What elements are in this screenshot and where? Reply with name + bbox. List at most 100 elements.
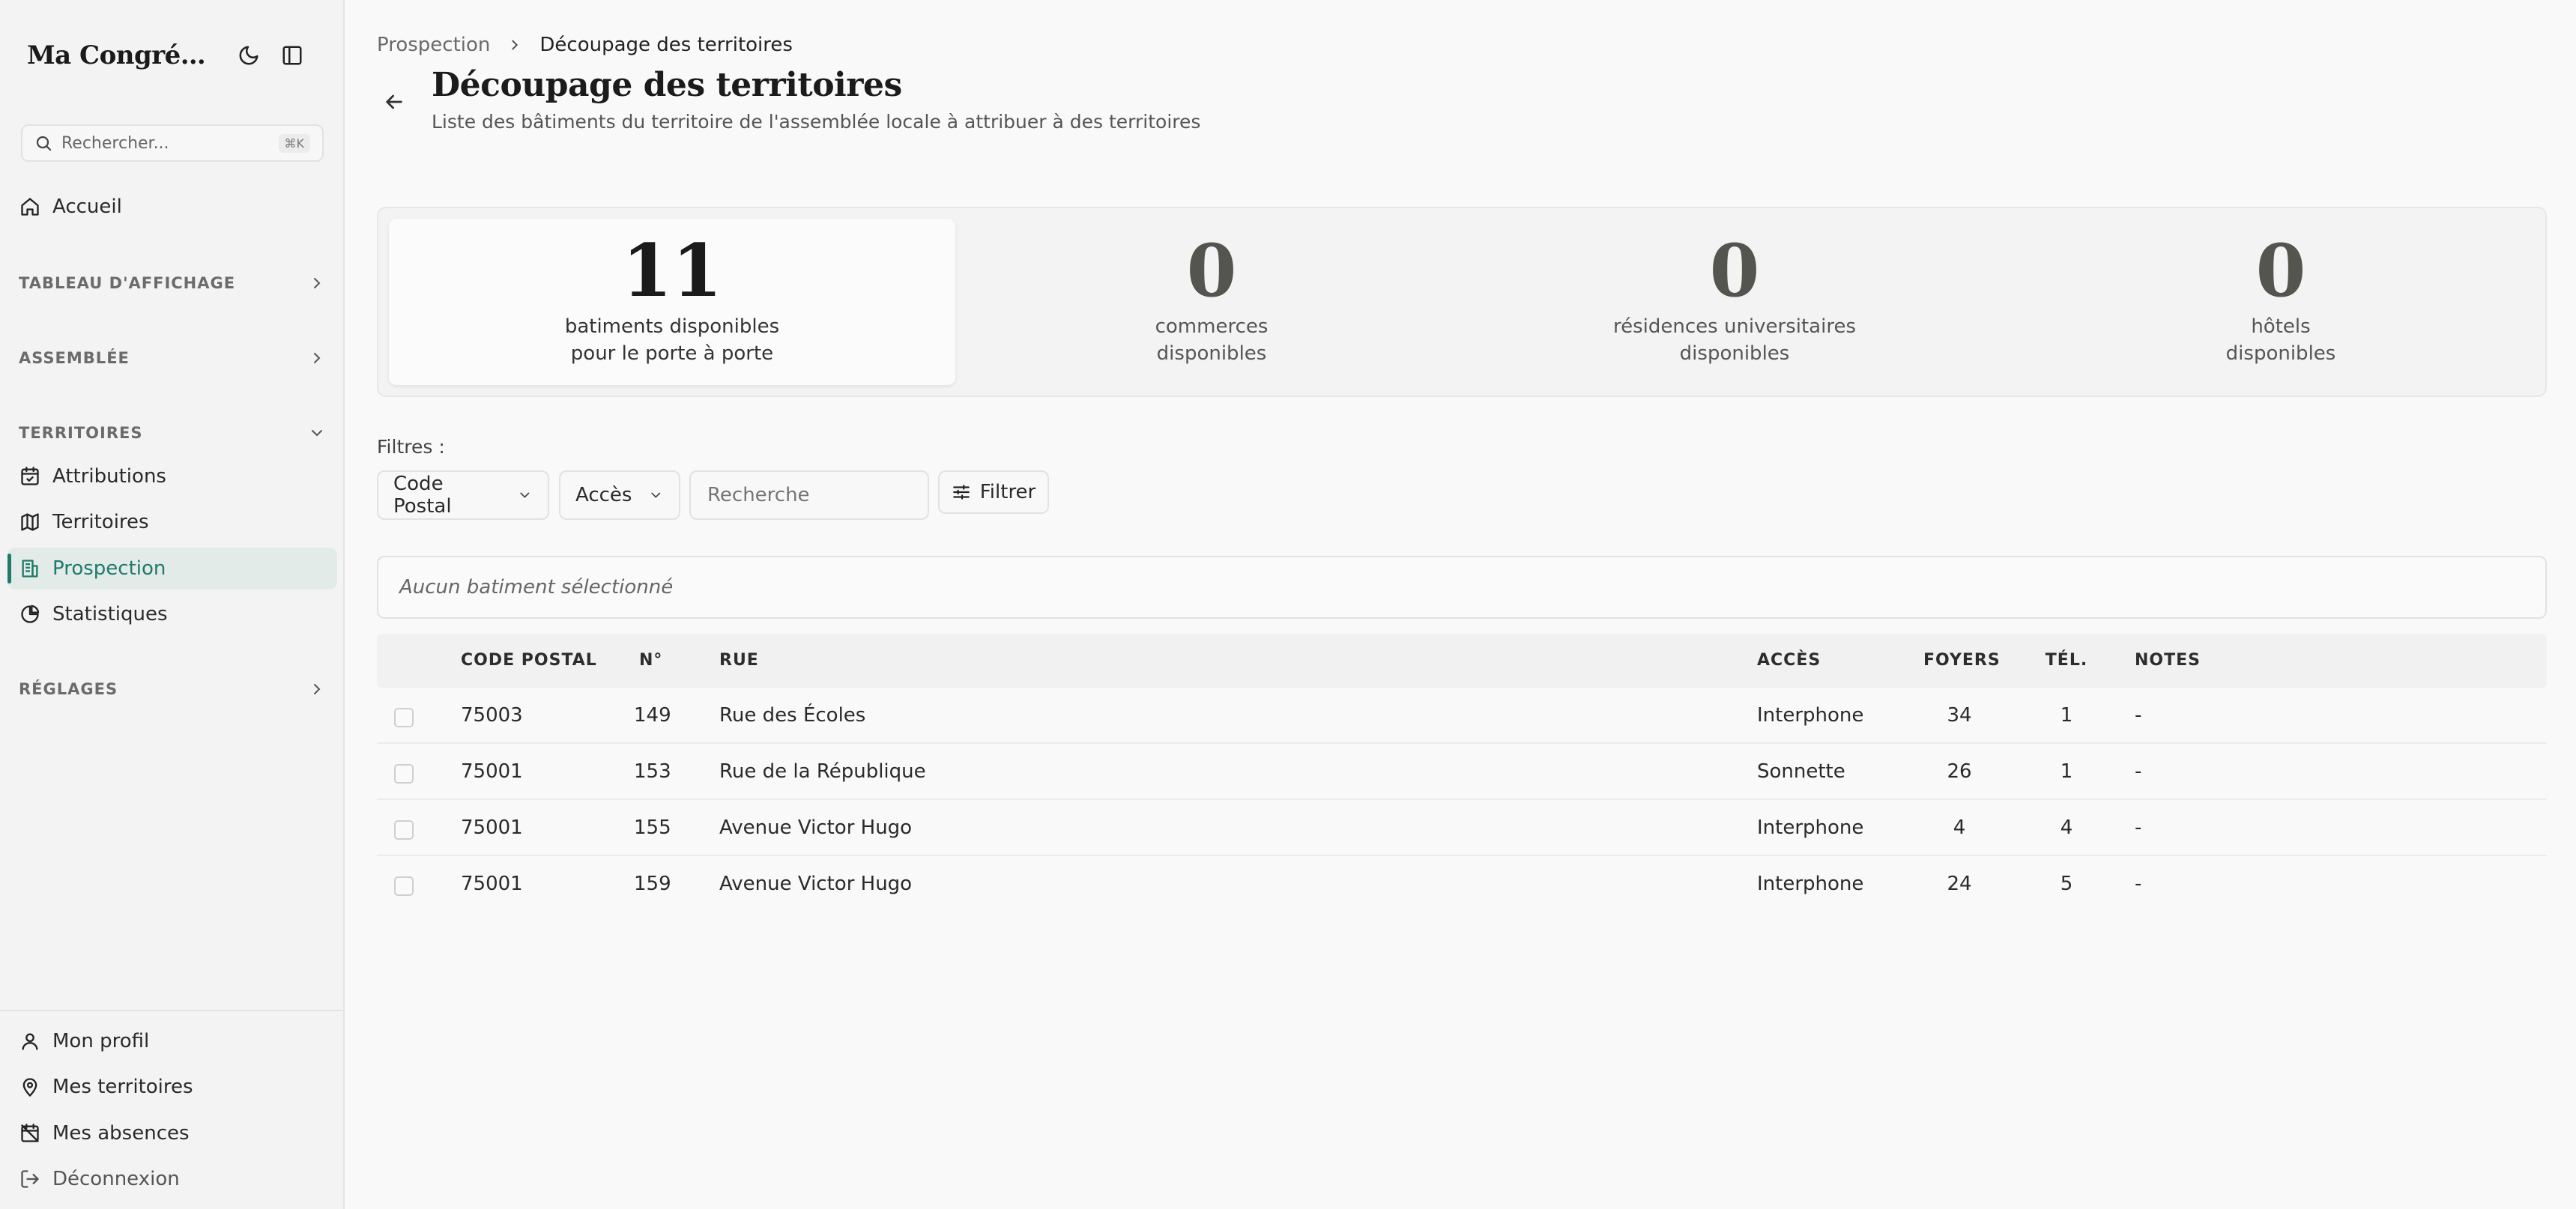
cell-notes: - xyxy=(2135,873,2142,895)
sidebar-item-my-territories[interactable]: Mes territoires xyxy=(7,1066,337,1108)
stat-buildings[interactable]: 11 batiments disponibles pour le porte à… xyxy=(389,219,955,385)
section-board[interactable]: TABLEAU D'AFFICHAGE xyxy=(19,268,326,298)
filter-button-label: Filtrer xyxy=(979,481,1036,503)
stat-value: 11 xyxy=(622,228,722,313)
table-row[interactable]: 75001 153 Rue de la République Sonnette 26 1 - xyxy=(377,744,2547,800)
header-households[interactable]: FOYERS xyxy=(1923,634,2000,688)
theme-toggle-button[interactable] xyxy=(231,37,267,73)
pie-chart-icon xyxy=(21,604,40,623)
stat-hotels[interactable]: 0 hôtels disponibles xyxy=(2012,219,2550,385)
sliders-icon xyxy=(952,485,970,500)
user-icon xyxy=(22,1033,38,1050)
table-row[interactable]: 75003 149 Rue des Écoles Interphone 34 1 - xyxy=(377,688,2547,744)
selection-status: Aucun batiment sélectionné xyxy=(377,556,2547,619)
map-pin-icon xyxy=(22,1078,37,1097)
section-territories[interactable]: TERRITOIRES xyxy=(19,418,326,448)
cell-number: 159 xyxy=(634,873,671,895)
section-settings[interactable]: RÉGLAGES xyxy=(19,674,326,704)
brand-row: Ma Congrégat... xyxy=(27,36,327,75)
header-notes[interactable]: NOTES xyxy=(2135,634,2201,688)
stat-label: résidences universitaires disponibles xyxy=(1613,313,1856,367)
cell-postal-code: 75001 xyxy=(461,816,523,839)
stat-label-line: commerces xyxy=(1155,315,1269,338)
stat-value: 0 xyxy=(2255,228,2306,313)
row-checkbox[interactable] xyxy=(394,764,414,784)
sidebar-item-label: Statistiques xyxy=(52,603,168,625)
chevron-right-icon xyxy=(512,40,518,50)
stats-panel: 11 batiments disponibles pour le porte à… xyxy=(377,207,2547,397)
app-brand[interactable]: Ma Congrégat... xyxy=(27,40,223,70)
sidebar-item-label: Prospection xyxy=(52,557,166,580)
row-checkbox[interactable] xyxy=(394,820,414,840)
header-access[interactable]: ACCÈS xyxy=(1757,634,1821,688)
table-row[interactable]: 75001 159 Avenue Victor Hugo Interphone 24 5 - xyxy=(377,856,2547,912)
stat-label-line: hôtels xyxy=(2251,315,2311,338)
sidebar-item-logout[interactable]: Déconnexion xyxy=(7,1158,337,1200)
map-icon xyxy=(21,513,39,531)
cell-access: Interphone xyxy=(1757,816,1864,839)
building-icon xyxy=(22,560,38,578)
sidebar-item-absences[interactable]: Mes absences xyxy=(7,1112,337,1154)
sidebar-item-label: Déconnexion xyxy=(52,1168,180,1190)
sidebar-divider xyxy=(0,1010,345,1011)
cell-phone: 1 xyxy=(2060,704,2073,727)
postal-code-select[interactable]: Code Postal xyxy=(377,470,549,520)
header-number[interactable]: N° xyxy=(639,634,662,688)
sidebar-item-prospection[interactable]: Prospection xyxy=(7,548,337,590)
calendar-check-icon xyxy=(21,467,39,485)
stat-label-line: disponibles xyxy=(2225,342,2336,365)
sidebar-item-statistics[interactable]: Statistiques xyxy=(7,593,337,635)
sidebar-item-label: Accueil xyxy=(52,196,122,218)
page-title: Découpage des territoires xyxy=(432,66,902,104)
stat-label-line: batiments disponibles xyxy=(564,315,780,338)
sidebar-item-territories[interactable]: Territoires xyxy=(7,501,337,543)
cell-access: Interphone xyxy=(1757,873,1864,895)
stat-label: batiments disponibles pour le porte à po… xyxy=(565,313,779,367)
filter-button[interactable]: Filtrer xyxy=(938,470,1049,514)
cell-number: 153 xyxy=(634,760,671,783)
postal-code-select-label: Code Postal xyxy=(393,473,452,518)
breadcrumb-parent[interactable]: Prospection xyxy=(377,34,490,56)
cell-access: Sonnette xyxy=(1757,760,1845,783)
row-checkbox[interactable] xyxy=(394,708,414,727)
cell-postal-code: 75001 xyxy=(461,873,523,895)
section-assembly[interactable]: ASSEMBLÉE xyxy=(19,343,326,373)
cell-postal-code: 75001 xyxy=(461,760,523,783)
row-checkbox[interactable] xyxy=(394,876,414,896)
cell-postal-code: 75003 xyxy=(461,704,523,727)
sidebar-item-label: Attributions xyxy=(52,465,166,488)
sidebar-item-profile[interactable]: Mon profil xyxy=(7,1020,337,1062)
breadcrumb: Prospection Découpage des territoires xyxy=(377,30,793,60)
chevron-down-icon xyxy=(651,492,661,498)
header-street[interactable]: RUE xyxy=(719,634,759,688)
table-row[interactable]: 75001 155 Avenue Victor Hugo Interphone 4 4 - xyxy=(377,800,2547,856)
cell-number: 155 xyxy=(634,816,671,839)
back-arrow-icon[interactable] xyxy=(382,90,406,114)
sidebar: Ma Congrégat... Rechercher... ⌘K Accueil… xyxy=(0,0,345,1209)
page-subtitle: Liste des bâtiments du territoire de l'a… xyxy=(432,111,1201,133)
header-postal-code[interactable]: CODE POSTAL xyxy=(461,634,597,688)
search-shortcut: ⌘K xyxy=(278,133,310,153)
stat-label-line: disponibles xyxy=(1156,342,1267,365)
sidebar-search[interactable]: Rechercher... ⌘K xyxy=(21,124,324,162)
cell-phone: 1 xyxy=(2060,760,2073,783)
home-icon xyxy=(21,198,39,216)
sidebar-toggle-button[interactable] xyxy=(274,37,310,73)
chevron-right-icon xyxy=(314,278,321,288)
cell-notes: - xyxy=(2135,704,2142,727)
header-phone[interactable]: TÉL. xyxy=(2033,634,2100,688)
search-placeholder: Rechercher... xyxy=(61,133,169,153)
cell-households: 24 xyxy=(1947,873,1972,895)
section-label: TABLEAU D'AFFICHAGE xyxy=(19,274,236,292)
sidebar-item-home[interactable]: Accueil xyxy=(7,186,337,228)
access-select[interactable]: Accès xyxy=(559,470,680,520)
search-input[interactable] xyxy=(689,470,929,520)
stat-shops[interactable]: 0 commerces disponibles xyxy=(967,219,1456,385)
stat-student-residences[interactable]: 0 résidences universitaires disponibles xyxy=(1465,219,2004,385)
chevron-right-icon xyxy=(314,353,321,363)
buildings-table: CODE POSTAL N° RUE ACCÈS FOYERS TÉL. NOT… xyxy=(377,634,2547,912)
sidebar-item-label: Territoires xyxy=(52,511,149,533)
sidebar-item-attributions[interactable]: Attributions xyxy=(7,455,337,497)
stat-label-line: pour le porte à porte xyxy=(570,342,774,365)
cell-phone: 4 xyxy=(2060,816,2073,839)
